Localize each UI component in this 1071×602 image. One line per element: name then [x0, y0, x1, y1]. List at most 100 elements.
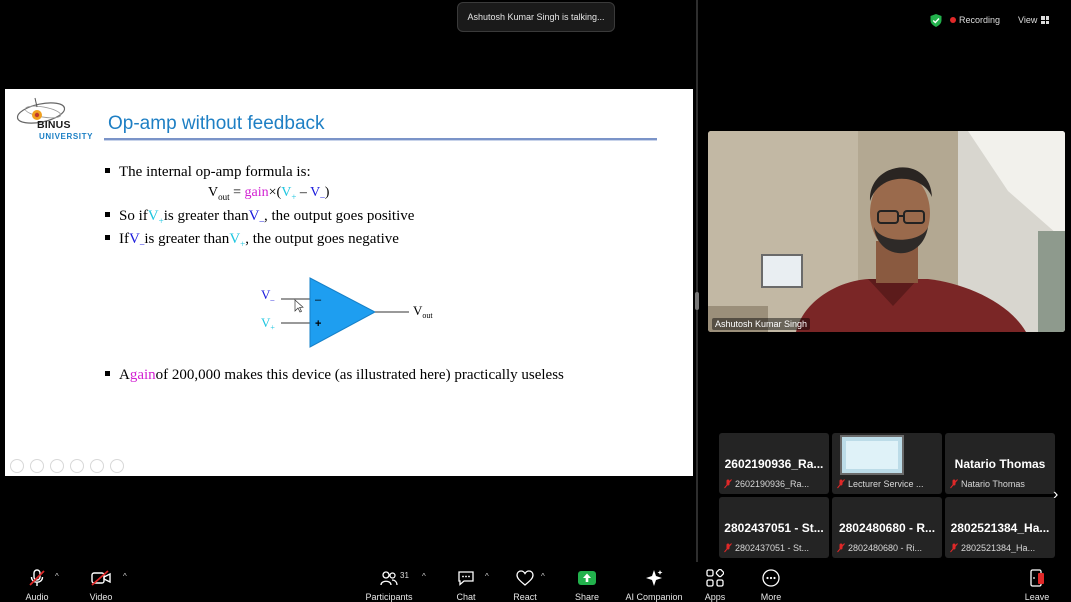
mouse-cursor-icon — [294, 299, 304, 313]
participant-name-tag: 2802521384_Ha... — [950, 543, 1051, 553]
participants-count: 31 — [400, 571, 409, 580]
input-plus-label: V+ — [261, 315, 275, 332]
speaker-name-label: Ashutosh Kumar Singh — [712, 318, 811, 330]
slides-grid-icon[interactable] — [70, 459, 84, 473]
more-options-icon[interactable] — [110, 459, 124, 473]
minus-terminal-sign: – — [315, 294, 322, 306]
bullet-marker — [105, 168, 110, 173]
participants-button[interactable]: Participants — [364, 562, 414, 602]
video-button[interactable]: Video — [86, 562, 116, 602]
share-button[interactable]: Share — [572, 562, 602, 602]
view-label: View — [1018, 15, 1038, 25]
shared-slide: BINUS UNIVERSITY Op-amp without feedback… — [5, 89, 693, 476]
ai-companion-label: AI Companion — [625, 592, 683, 602]
share-label: Share — [574, 592, 600, 602]
recording-label: Recording — [959, 15, 1001, 25]
recording-dot-icon — [950, 17, 956, 23]
apps-label: Apps — [704, 592, 726, 602]
more-dots-icon — [762, 569, 780, 587]
binus-logo: BINUS UNIVERSITY — [13, 95, 98, 143]
logo-name: BINUS — [37, 119, 71, 131]
meeting-toolbar: Audio ^ Video ^ Participants 31 ^ Chat ^… — [0, 562, 1071, 602]
title-underline-shadow — [104, 140, 657, 141]
bullet-marker — [105, 371, 110, 376]
participant-tile[interactable]: 2802480680 - R... 2802480680 - Ri... — [832, 497, 942, 558]
react-options-chevron-icon[interactable]: ^ — [541, 572, 545, 581]
participant-name-tag: Lecturer Service ... — [837, 479, 938, 489]
chat-options-chevron-icon[interactable]: ^ — [485, 572, 489, 581]
ai-companion-button[interactable]: AI Companion — [624, 562, 684, 602]
participant-display-name: 2802521384_Ha... — [950, 521, 1050, 535]
bullet-text: The internal op-amp formula is: — [119, 164, 311, 180]
apps-grid-icon — [706, 569, 724, 587]
recording-indicator[interactable]: Recording — [950, 15, 1000, 25]
opamp-diagram: V– V+ – + Vout — [261, 277, 433, 348]
video-label: Video — [89, 592, 113, 602]
mic-muted-icon — [724, 479, 732, 489]
bullet-marker — [105, 212, 110, 217]
audio-options-chevron-icon[interactable]: ^ — [55, 572, 59, 581]
view-grid-icon — [1041, 16, 1050, 24]
participant-tile[interactable]: Natario Thomas Natario Thomas — [945, 433, 1055, 494]
more-label: More — [760, 592, 782, 602]
participant-display-name: 2602190936_Ra... — [724, 457, 824, 471]
video-options-chevron-icon[interactable]: ^ — [123, 572, 127, 581]
sparkle-icon — [646, 570, 663, 586]
participant-tile[interactable]: 2802521384_Ha... 2802521384_Ha... — [945, 497, 1055, 558]
participant-video-thumbnail — [840, 435, 904, 475]
participant-gallery: 2602190936_Ra... 2602190936_Ra... Lectur… — [719, 433, 1055, 559]
participant-name-tag: 2802437051 - St... — [724, 543, 825, 553]
prev-slide-icon[interactable] — [10, 459, 24, 473]
input-minus-label: V– — [261, 287, 275, 304]
participant-tile[interactable]: Lecturer Service ... — [832, 433, 942, 494]
leave-label: Leave — [1024, 592, 1050, 602]
pen-icon[interactable] — [50, 459, 64, 473]
mic-muted-icon — [950, 543, 958, 553]
next-slide-icon[interactable] — [30, 459, 44, 473]
react-button[interactable]: React — [510, 562, 540, 602]
audio-label: Audio — [25, 592, 49, 602]
participant-display-name: 2802437051 - St... — [724, 521, 824, 535]
participant-tile[interactable]: 2602190936_Ra... 2602190936_Ra... — [719, 433, 829, 494]
active-speaker-video[interactable]: Ashutosh Kumar Singh — [708, 131, 1065, 332]
participants-options-chevron-icon[interactable]: ^ — [422, 572, 426, 581]
participant-name-tag: Natario Thomas — [950, 479, 1051, 489]
shield-icon[interactable] — [930, 13, 942, 27]
leave-button[interactable]: Leave — [1022, 562, 1052, 602]
participant-display-name: Natario Thomas — [954, 457, 1046, 471]
chat-button[interactable]: Chat — [451, 562, 481, 602]
talking-text: Ashutosh Kumar Singh is talking... — [467, 12, 605, 22]
mic-muted-icon — [837, 479, 845, 489]
talking-indicator: Ashutosh Kumar Singh is talking... — [457, 2, 615, 32]
video-off-icon — [91, 570, 111, 586]
participant-tile[interactable]: 2802437051 - St... 2802437051 - St... — [719, 497, 829, 558]
participant-name-tag: 2602190936_Ra... — [724, 479, 825, 489]
bullet-negative: If V– is greater than V+, the output goe… — [105, 231, 399, 249]
participants-label: Participants — [365, 592, 413, 602]
apps-button[interactable]: Apps — [700, 562, 730, 602]
slide-title: Op-amp without feedback — [108, 113, 325, 134]
slide-controls — [10, 459, 124, 473]
view-button[interactable]: View — [1018, 15, 1050, 25]
share-screen-icon — [578, 571, 596, 585]
chat-label: Chat — [456, 592, 476, 602]
mic-muted-icon — [724, 543, 732, 553]
meeting-status: Recording View — [930, 12, 1050, 28]
panel-resize-handle[interactable] — [695, 292, 699, 310]
panel-divider — [696, 0, 698, 562]
audio-button[interactable]: Audio — [22, 562, 52, 602]
bullet-gain-note: A gain of 200,000 makes this device (as … — [105, 367, 564, 384]
bullet-formula-intro: The internal op-amp formula is: — [105, 164, 311, 181]
more-button[interactable]: More — [756, 562, 786, 602]
bullet-positive: So if V+ is greater than V–, the output … — [105, 208, 414, 226]
plus-terminal-sign: + — [315, 318, 321, 330]
speaker-video-frame — [708, 131, 1065, 332]
participant-display-name: 2802480680 - R... — [838, 521, 936, 535]
logo-subtitle: UNIVERSITY — [39, 132, 94, 141]
zoom-icon[interactable] — [90, 459, 104, 473]
opamp-formula: Vout = gain×(V+ – V–) — [208, 185, 330, 202]
gallery-next-page-icon[interactable]: › — [1053, 486, 1058, 504]
mic-muted-icon — [837, 543, 845, 553]
mic-muted-icon — [950, 479, 958, 489]
react-label: React — [513, 592, 537, 602]
